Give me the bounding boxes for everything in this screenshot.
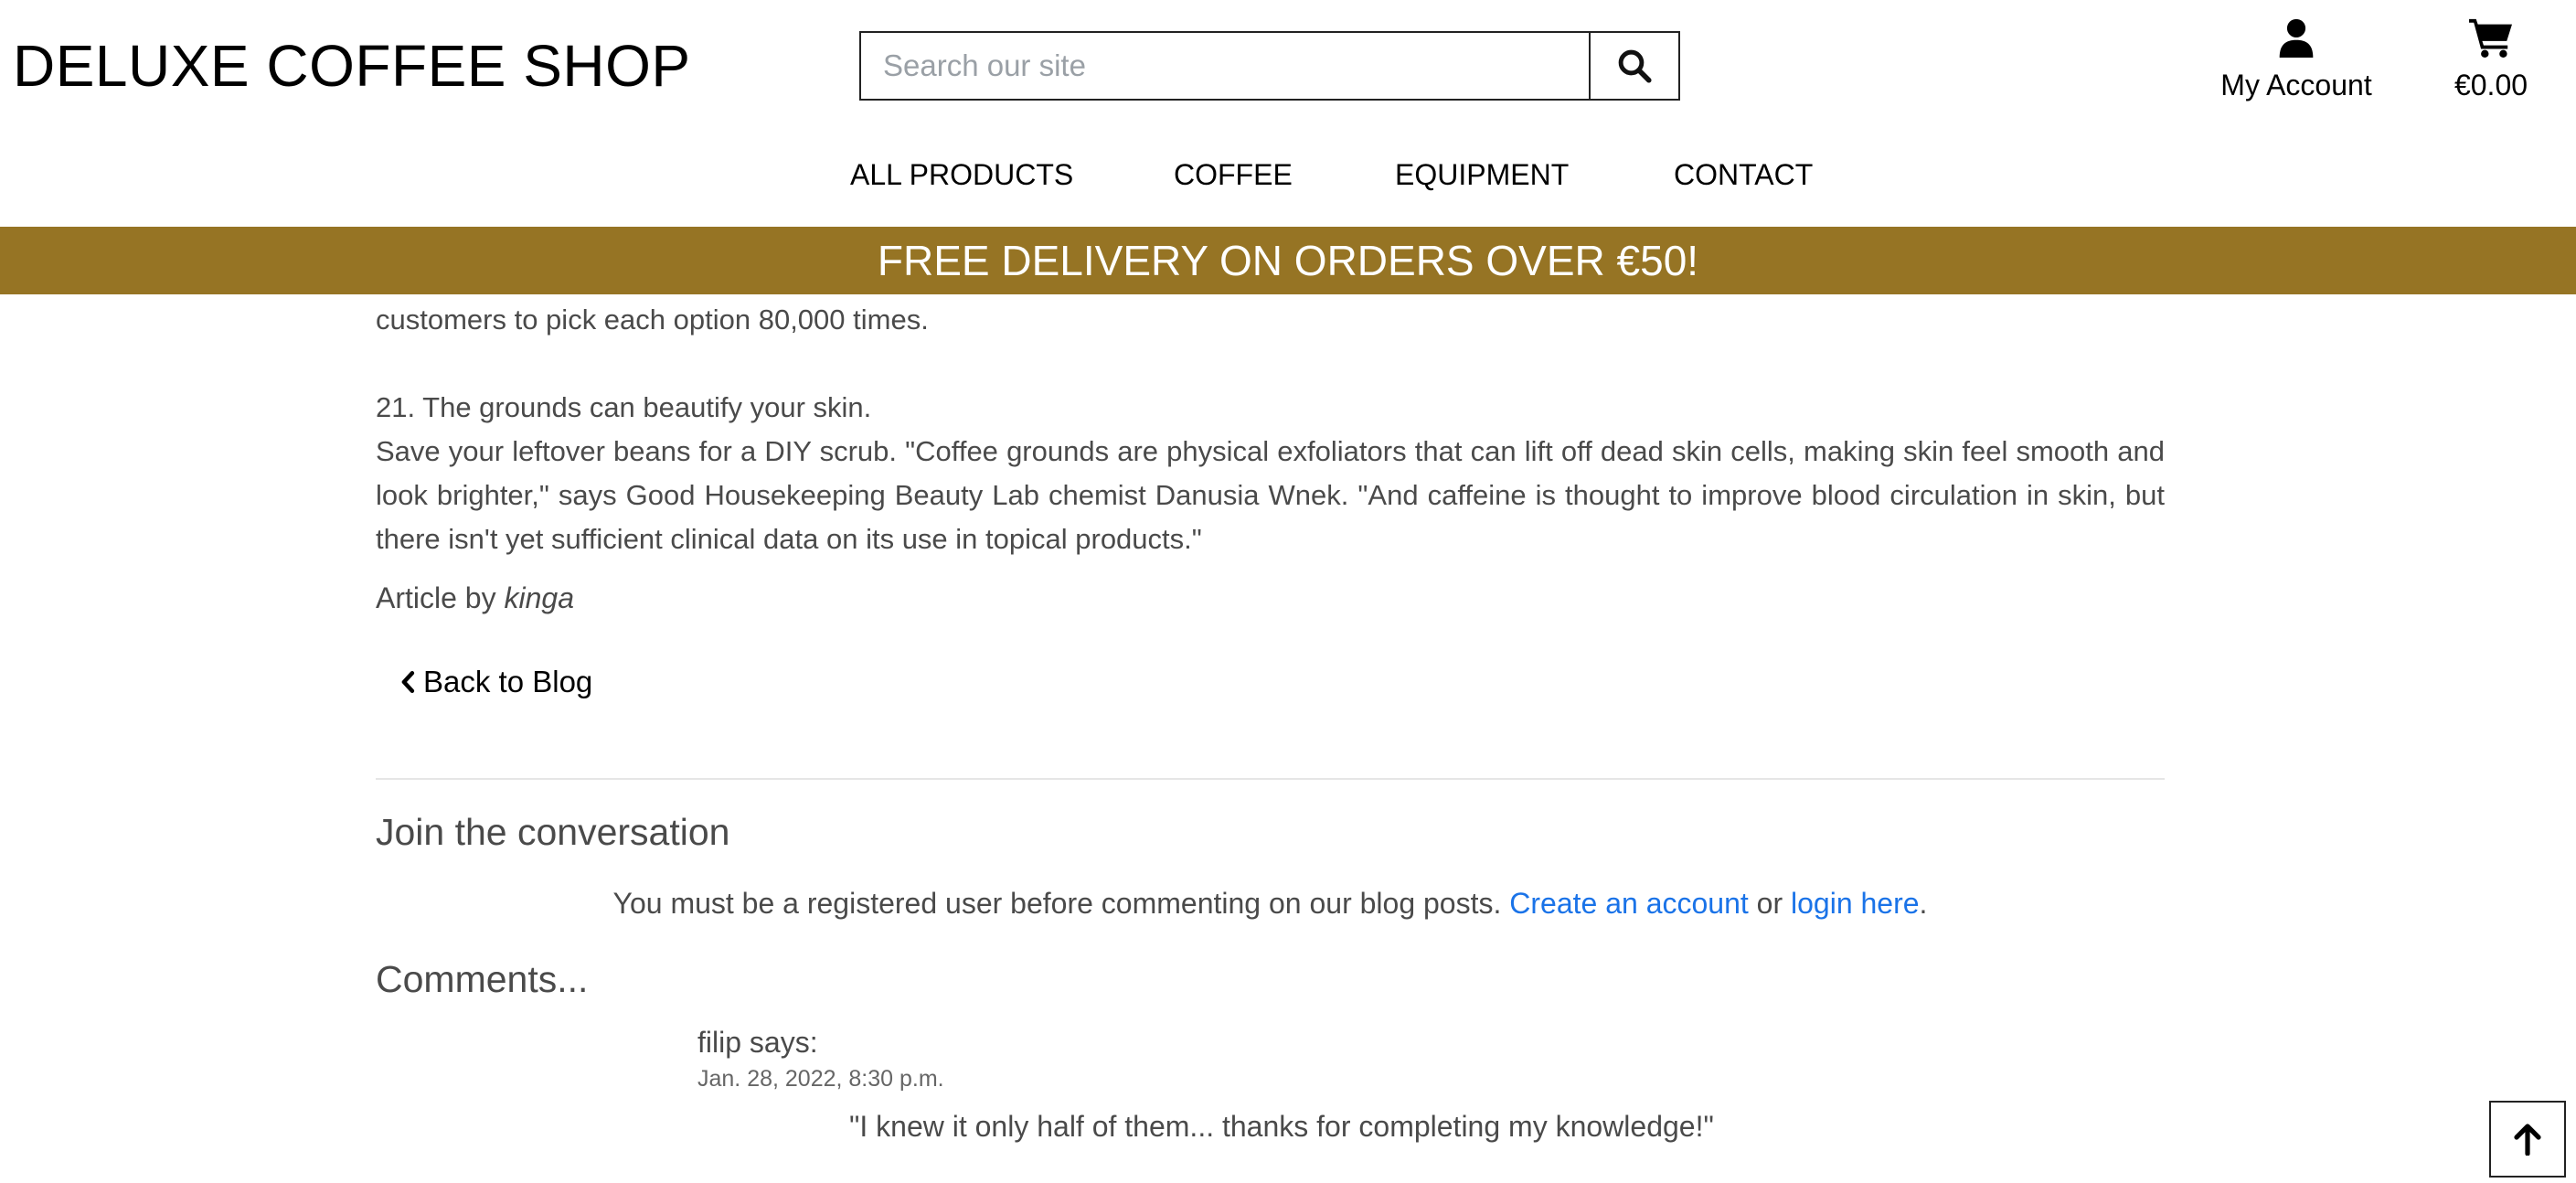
article-point-body: Save your leftover beans for a DIY scrub… (376, 435, 2165, 555)
back-to-blog-label: Back to Blog (423, 665, 593, 698)
create-account-link[interactable]: Create an account (1509, 887, 1749, 920)
main-nav: ALL PRODUCTS COFFEE EQUIPMENT CONTACT (0, 154, 2576, 196)
my-account-label: My Account (2220, 69, 2372, 101)
cart-total: €0.00 (2454, 69, 2528, 101)
cart-link[interactable]: €0.00 (2441, 16, 2541, 103)
search-form (859, 31, 1680, 101)
arrow-up-icon (2514, 1124, 2541, 1156)
comment-timestamp: Jan. 28, 2022, 8:30 p.m. (697, 1066, 944, 1092)
search-input[interactable] (859, 31, 1589, 101)
nav-item-coffee[interactable]: COFFEE (1174, 154, 1293, 196)
comments-heading: Comments... (376, 958, 589, 1000)
site-logo-text[interactable]: DELUXE COFFEE SHOP (13, 31, 691, 101)
byline-author: kinga (504, 581, 574, 614)
article-paragraph-continuation: customers to pick each option 80,000 tim… (376, 304, 929, 336)
back-to-blog-link[interactable]: Back to Blog (399, 660, 592, 704)
chevron-left-icon (401, 670, 415, 694)
search-icon (1618, 49, 1652, 83)
free-delivery-banner: FREE DELIVERY ON ORDERS OVER €50! (0, 227, 2576, 294)
byline-prefix: Article by (376, 581, 496, 614)
register-message: You must be a registered user before com… (376, 881, 2165, 925)
site-header: DELUXE COFFEE SHOP My Account €0.00 ALL … (0, 0, 2576, 227)
comment-item: filip says: Jan. 28, 2022, 8:30 p.m. "I … (697, 1022, 2069, 1146)
user-icon (2279, 18, 2314, 58)
register-message-text: You must be a registered user before com… (612, 887, 1502, 920)
my-account-link[interactable]: My Account (2205, 16, 2388, 103)
nav-item-equipment[interactable]: EQUIPMENT (1395, 154, 1569, 196)
shopping-cart-icon (2469, 18, 2512, 59)
comment-text: "I knew it only half of them... thanks f… (849, 1110, 1714, 1143)
search-button[interactable] (1589, 31, 1680, 101)
article-point-heading: 21. The grounds can beautify your skin. (376, 391, 872, 423)
comment-author: filip says: (697, 1026, 818, 1059)
scroll-to-top-button[interactable] (2489, 1101, 2566, 1178)
nav-item-all-products[interactable]: ALL PRODUCTS (850, 154, 1073, 196)
join-conversation-heading: Join the conversation (376, 811, 730, 853)
register-message-end: . (1919, 887, 1928, 920)
section-divider (376, 778, 2165, 780)
article-byline: Article by kinga (376, 576, 574, 620)
login-link[interactable]: login here (1791, 887, 1920, 920)
register-connector: or (1756, 887, 1783, 920)
nav-item-contact[interactable]: CONTACT (1674, 154, 1813, 196)
